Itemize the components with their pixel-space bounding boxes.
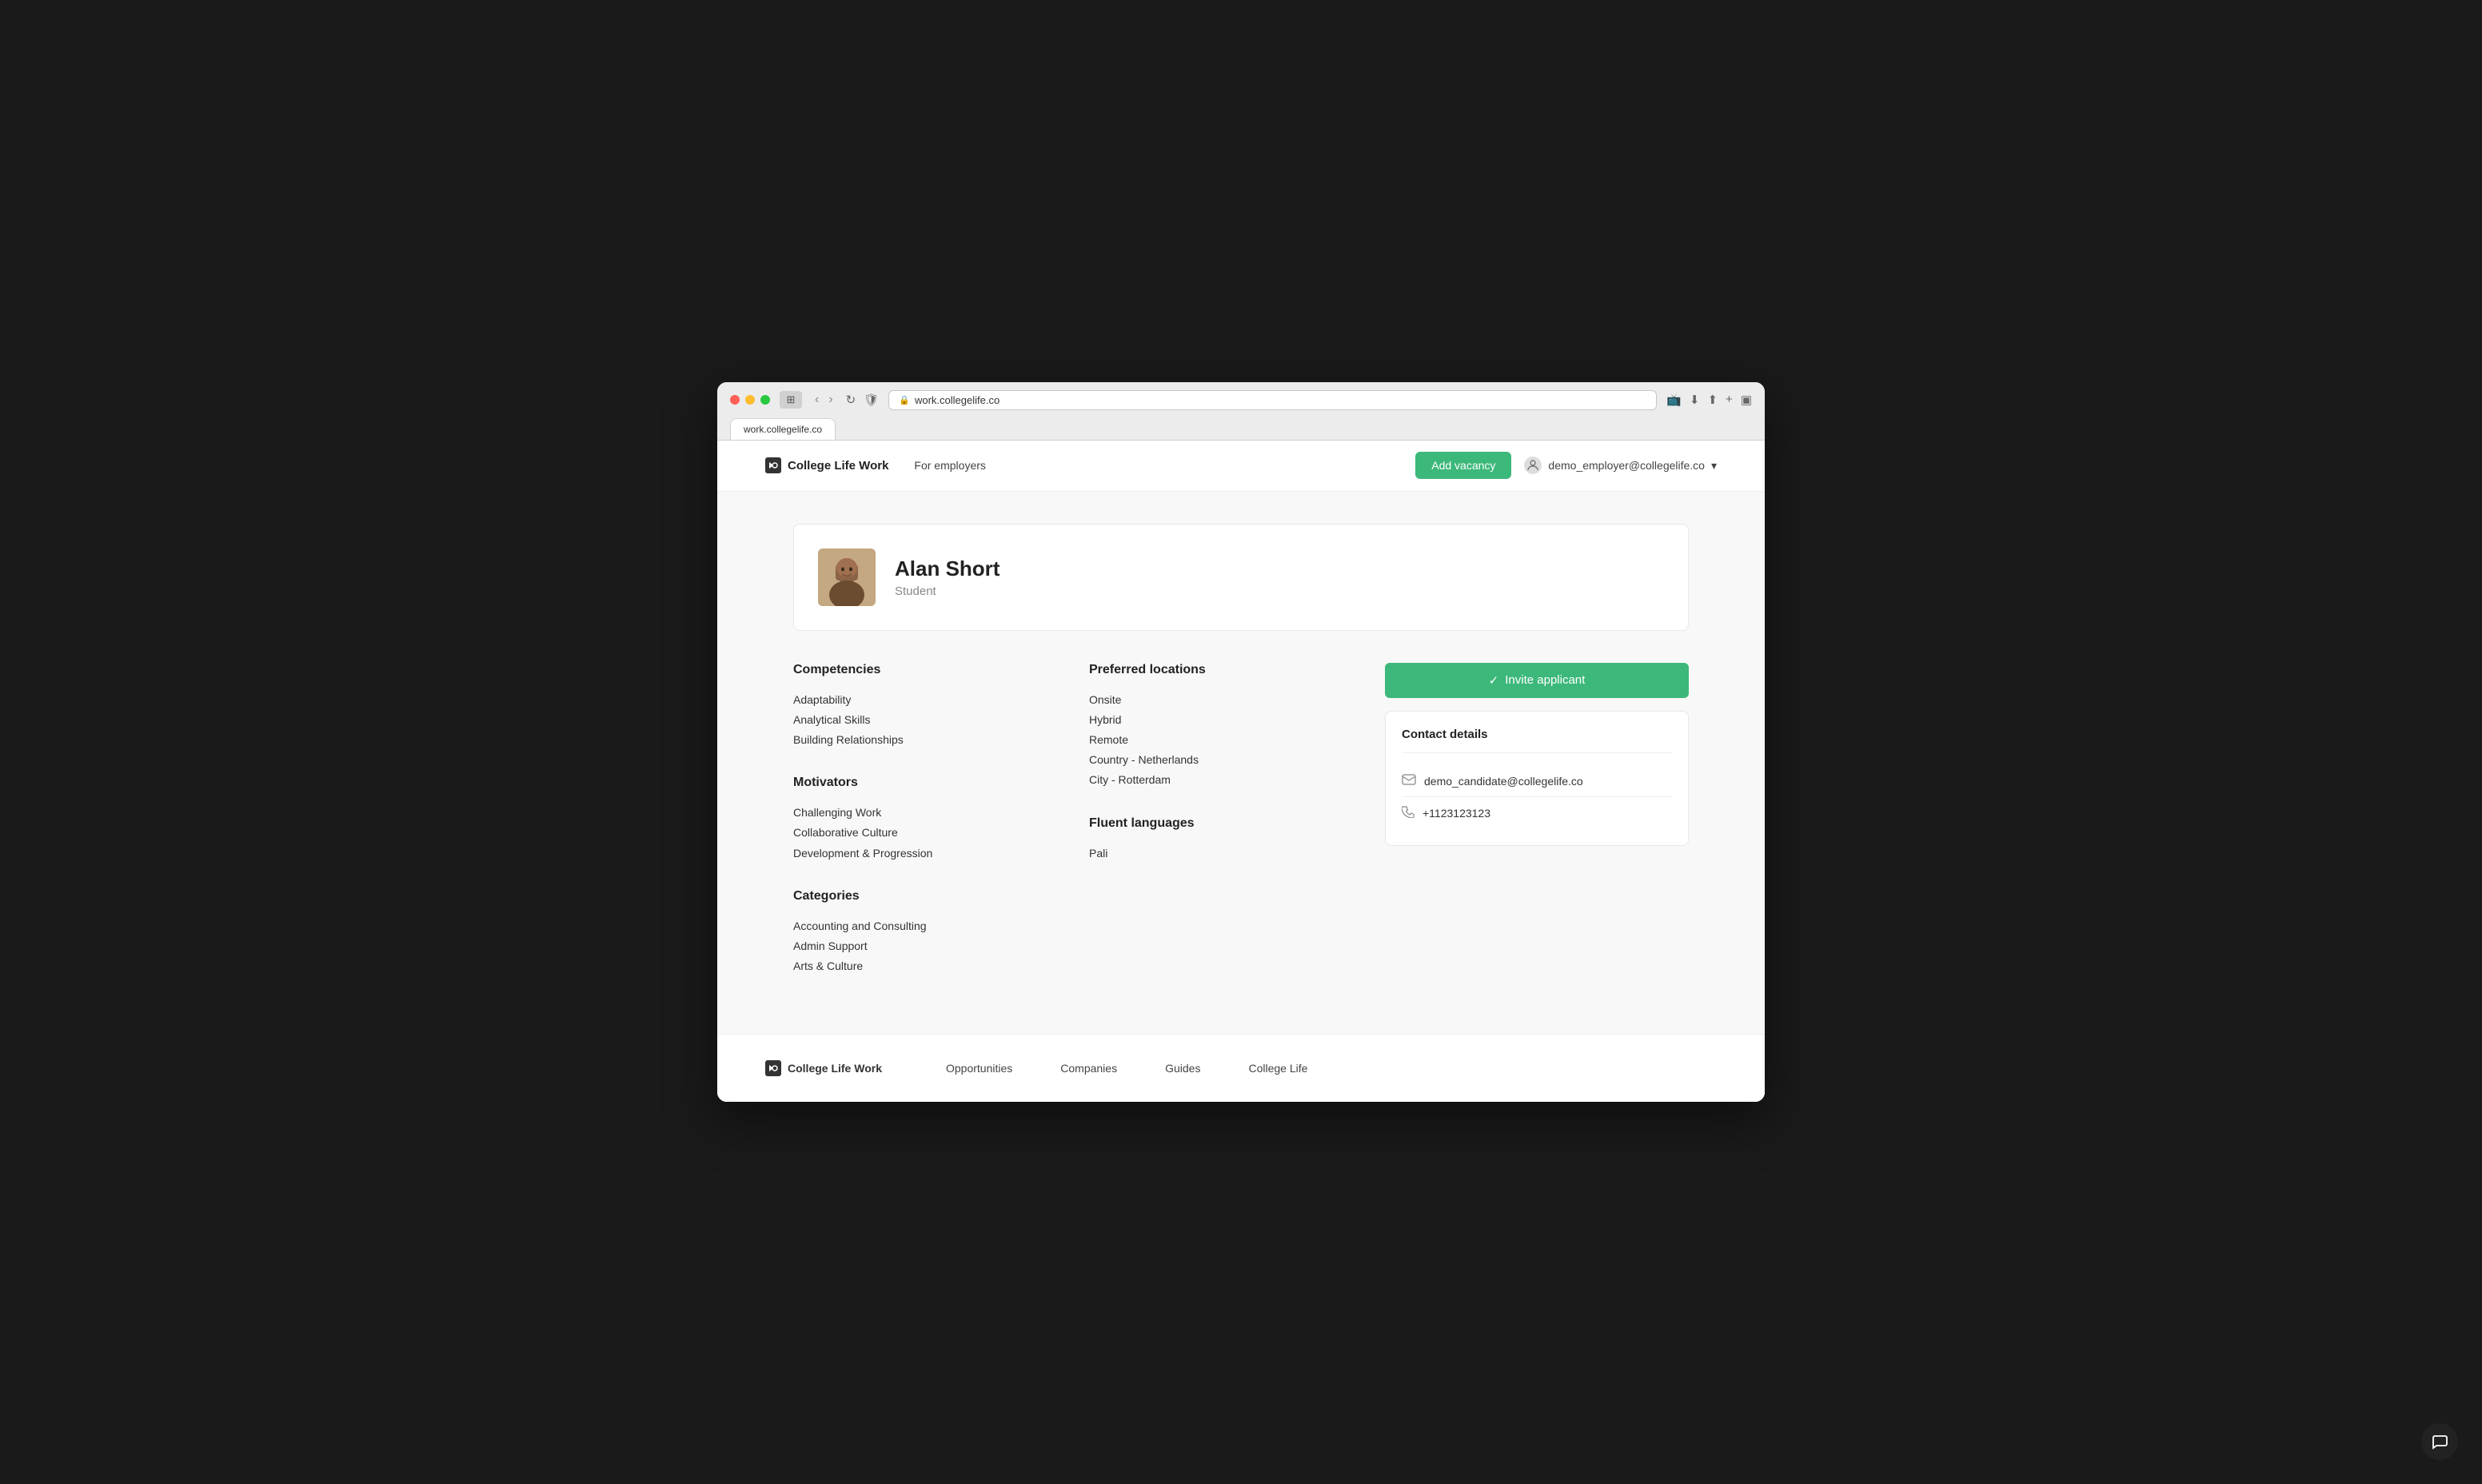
cast-icon[interactable]: 📺 <box>1666 393 1682 407</box>
invite-btn-label: Invite applicant <box>1505 673 1585 687</box>
main-content: Alan Short Student Competencies Adaptabi… <box>777 492 1705 1035</box>
chevron-down-icon: ▾ <box>1711 459 1717 473</box>
fluent-languages-list: Pali <box>1089 844 1353 864</box>
download-icon[interactable]: ⬇ <box>1690 393 1700 407</box>
profile-card: Alan Short Student <box>793 524 1689 631</box>
list-item: Challenging Work <box>793 803 1057 823</box>
add-vacancy-button[interactable]: Add vacancy <box>1415 452 1511 479</box>
left-column: Competencies Adaptability Analytical Ski… <box>793 663 1057 1003</box>
user-avatar-icon <box>1524 457 1542 474</box>
contact-title: Contact details <box>1402 728 1672 753</box>
tabs-icon[interactable]: ▣ <box>1741 393 1752 407</box>
contact-phone: +1123123123 <box>1423 807 1490 820</box>
motivators-list: Challenging Work Collaborative Culture D… <box>793 803 1057 864</box>
details-grid: Competencies Adaptability Analytical Ski… <box>793 663 1689 1003</box>
footer-logo[interactable]: College Life Work <box>765 1060 882 1076</box>
list-item: Onsite <box>1089 690 1353 710</box>
list-item: Remote <box>1089 730 1353 750</box>
footer-link-companies[interactable]: Companies <box>1060 1062 1117 1075</box>
footer-logo-text: College Life Work <box>788 1062 882 1075</box>
footer-link-college-life[interactable]: College Life <box>1248 1062 1307 1075</box>
close-button[interactable] <box>730 395 740 405</box>
categories-title: Categories <box>793 889 1057 904</box>
logo-icon <box>765 457 781 473</box>
categories-list: Accounting and Consulting Admin Support … <box>793 916 1057 977</box>
contact-email: demo_candidate@collegelife.co <box>1424 775 1583 788</box>
preferred-locations-list: Onsite Hybrid Remote Country - Netherlan… <box>1089 690 1353 791</box>
minimize-button[interactable] <box>745 395 755 405</box>
contact-card: Contact details demo_candidate@collegeli… <box>1385 711 1689 846</box>
refresh-icon[interactable]: ↻ <box>846 393 856 407</box>
list-item: Country - Netherlands <box>1089 750 1353 770</box>
avatar <box>818 549 876 606</box>
shield-icon: 🛡 <box>864 393 879 407</box>
motivators-section: Motivators Challenging Work Collaborativ… <box>793 776 1057 864</box>
fluent-languages-section: Fluent languages Pali <box>1089 816 1353 864</box>
navbar: College Life Work For employers Add vaca… <box>717 441 1765 492</box>
forward-button[interactable]: › <box>825 391 836 409</box>
logo[interactable]: College Life Work <box>765 457 888 473</box>
back-button[interactable]: ‹ <box>812 391 822 409</box>
fluent-languages-title: Fluent languages <box>1089 816 1353 831</box>
list-item: City - Rotterdam <box>1089 770 1353 790</box>
lock-icon: 🔒 <box>899 395 910 405</box>
footer-link-guides[interactable]: Guides <box>1165 1062 1200 1075</box>
list-item: Pali <box>1089 844 1353 864</box>
phone-icon <box>1402 805 1415 821</box>
list-item: Hybrid <box>1089 710 1353 730</box>
browser-tab[interactable]: work.collegelife.co <box>730 418 836 440</box>
for-employers-link[interactable]: For employers <box>914 459 985 472</box>
email-icon <box>1402 774 1416 788</box>
competencies-title: Competencies <box>793 663 1057 677</box>
nav-left: College Life Work For employers <box>765 457 986 473</box>
logo-text: College Life Work <box>788 459 888 473</box>
sidebar-toggle-button[interactable]: ⊞ <box>780 391 802 409</box>
share-icon[interactable]: ⬆ <box>1707 393 1718 407</box>
new-tab-icon[interactable]: + <box>1726 393 1733 407</box>
user-menu[interactable]: demo_employer@collegelife.co ▾ <box>1524 457 1717 474</box>
tab-title: work.collegelife.co <box>744 424 822 435</box>
competencies-section: Competencies Adaptability Analytical Ski… <box>793 663 1057 751</box>
address-bar[interactable]: 🔒 work.collegelife.co <box>888 390 1657 410</box>
footer-logo-icon <box>765 1060 781 1076</box>
categories-section: Categories Accounting and Consulting Adm… <box>793 889 1057 977</box>
checkmark-icon: ✓ <box>1489 673 1499 688</box>
right-panel: ✓ Invite applicant Contact details <box>1385 663 1689 1003</box>
list-item: Collaborative Culture <box>793 823 1057 843</box>
preferred-locations-title: Preferred locations <box>1089 663 1353 677</box>
list-item: Adaptability <box>793 690 1057 710</box>
profile-info: Alan Short Student <box>895 556 1000 598</box>
profile-role: Student <box>895 584 1000 598</box>
invite-applicant-button[interactable]: ✓ Invite applicant <box>1385 663 1689 698</box>
phone-contact-item: +1123123123 <box>1402 797 1672 829</box>
preferred-locations-section: Preferred locations Onsite Hybrid Remote… <box>1089 663 1353 791</box>
list-item: Accounting and Consulting <box>793 916 1057 936</box>
traffic-lights <box>730 395 770 405</box>
maximize-button[interactable] <box>760 395 770 405</box>
list-item: Development & Progression <box>793 844 1057 864</box>
competencies-list: Adaptability Analytical Skills Building … <box>793 690 1057 751</box>
footer: College Life Work Opportunities Companie… <box>717 1034 1765 1102</box>
nav-right: Add vacancy demo_employer@collegelife.co… <box>1415 452 1717 479</box>
list-item: Arts & Culture <box>793 956 1057 976</box>
list-item: Building Relationships <box>793 730 1057 750</box>
profile-name: Alan Short <box>895 556 1000 581</box>
footer-links: Opportunities Companies Guides College L… <box>946 1062 1307 1075</box>
footer-link-opportunities[interactable]: Opportunities <box>946 1062 1012 1075</box>
email-contact-item: demo_candidate@collegelife.co <box>1402 766 1672 797</box>
motivators-title: Motivators <box>793 776 1057 790</box>
list-item: Admin Support <box>793 936 1057 956</box>
url-text: work.collegelife.co <box>915 394 1000 406</box>
list-item: Analytical Skills <box>793 710 1057 730</box>
chat-bubble-button[interactable] <box>2421 1423 2458 1460</box>
middle-column: Preferred locations Onsite Hybrid Remote… <box>1089 663 1353 1003</box>
user-email: demo_employer@collegelife.co <box>1548 459 1705 472</box>
